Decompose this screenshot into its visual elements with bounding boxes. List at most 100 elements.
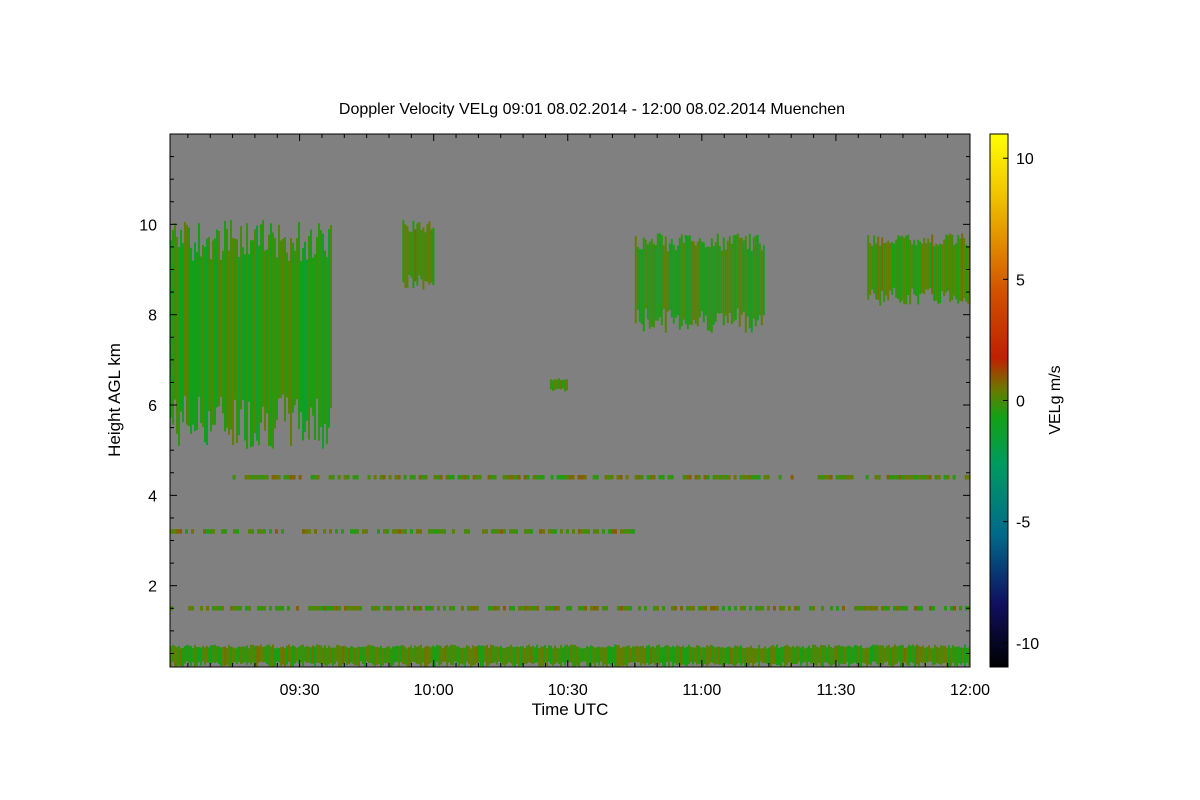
echo-column	[188, 645, 190, 664]
echo-column	[909, 240, 912, 305]
echo-column	[910, 475, 914, 480]
echo-column	[434, 529, 437, 534]
echo-column	[263, 529, 266, 534]
echo-column	[881, 606, 884, 611]
echo-column	[526, 645, 528, 664]
echo-column	[901, 475, 905, 480]
echo-column	[940, 645, 942, 665]
echo-column	[302, 644, 304, 667]
echo-column	[491, 529, 494, 534]
echo-column	[559, 475, 563, 480]
echo-column	[314, 606, 317, 611]
echo-column	[708, 646, 710, 665]
echo-column	[887, 240, 890, 301]
echo-column	[281, 606, 284, 611]
echo-column	[722, 606, 725, 611]
echo-column	[562, 475, 566, 480]
echo-column	[233, 529, 236, 534]
echo-column	[421, 475, 425, 480]
echo-column	[895, 239, 898, 298]
echo-column	[248, 529, 251, 534]
echo-column	[184, 646, 186, 664]
echo-column	[744, 648, 746, 667]
echo-column	[896, 606, 899, 611]
echo-column	[536, 644, 538, 663]
echo-column	[947, 235, 950, 291]
echo-column	[436, 475, 440, 480]
echo-column	[919, 241, 922, 294]
echo-column	[652, 475, 656, 480]
echo-column	[883, 243, 886, 302]
echo-column	[276, 647, 278, 662]
echo-column	[607, 475, 611, 480]
echo-column	[778, 648, 780, 666]
echo-column	[587, 529, 590, 534]
echo-column	[192, 648, 194, 663]
echo-column	[804, 648, 806, 662]
echo-column	[314, 529, 317, 534]
echo-column	[626, 645, 628, 667]
echo-column	[384, 647, 386, 664]
echo-column	[816, 646, 818, 666]
echo-column	[618, 645, 620, 667]
echo-column	[203, 529, 206, 534]
echo-column	[530, 606, 533, 611]
echo-column	[456, 646, 458, 663]
echo-column	[458, 646, 460, 666]
echo-column	[196, 251, 198, 430]
echo-column	[452, 644, 454, 666]
echo-column	[656, 645, 658, 663]
echo-column	[257, 606, 260, 611]
echo-column	[437, 529, 440, 534]
echo-column	[716, 647, 718, 664]
echo-column	[690, 240, 693, 325]
echo-column	[472, 475, 476, 480]
echo-column	[653, 606, 656, 611]
echo-column	[704, 606, 707, 611]
echo-column	[650, 647, 652, 665]
echo-column	[923, 238, 926, 294]
echo-column	[545, 606, 548, 611]
echo-column	[696, 241, 699, 327]
echo-column	[570, 644, 572, 663]
colorbar-tick-label: -5	[1016, 515, 1030, 532]
echo-region	[402, 220, 435, 290]
echo-column	[551, 380, 554, 391]
echo-column	[598, 646, 600, 666]
echo-column	[275, 529, 278, 534]
echo-column	[560, 529, 563, 534]
echo-column	[542, 529, 545, 534]
echo-column	[642, 645, 644, 664]
echo-column	[644, 647, 646, 666]
echo-column	[734, 235, 737, 320]
echo-column	[748, 475, 752, 480]
echo-column	[296, 606, 299, 611]
echo-column	[823, 475, 827, 480]
echo-column	[682, 645, 684, 665]
echo-column	[317, 606, 320, 611]
echo-column	[667, 475, 671, 480]
echo-column	[732, 647, 734, 666]
echo-column	[184, 221, 186, 397]
echo-column	[538, 475, 542, 480]
echo-column	[288, 260, 290, 414]
echo-column	[304, 647, 306, 662]
echo-column	[702, 242, 705, 323]
echo-column	[891, 242, 894, 295]
echo-column	[738, 646, 740, 663]
echo-column	[754, 648, 756, 664]
echo-column	[524, 529, 527, 534]
echo-column	[929, 242, 932, 288]
echo-column	[571, 475, 575, 480]
echo-column	[410, 529, 413, 534]
echo-column	[958, 646, 960, 664]
echo-column	[308, 236, 310, 440]
echo-column	[625, 475, 629, 480]
echo-column	[604, 475, 608, 480]
echo-column	[282, 646, 284, 665]
echo-column	[676, 245, 679, 316]
echo-column	[934, 644, 936, 665]
echo-column	[928, 645, 930, 662]
echo-column	[718, 475, 722, 480]
echo-column	[884, 647, 886, 663]
